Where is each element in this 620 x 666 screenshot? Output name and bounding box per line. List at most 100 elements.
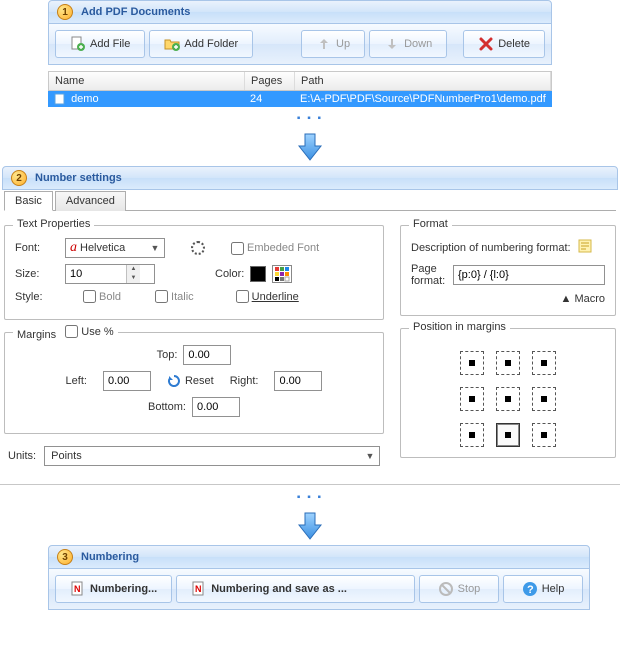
reset-icon — [167, 374, 181, 388]
section1-header: 1 Add PDF Documents — [48, 0, 552, 24]
size-spinner[interactable]: ▲▼ — [65, 264, 155, 284]
help-icon: ? — [522, 581, 538, 597]
format-legend: Format — [409, 218, 452, 230]
numbering-icon: N — [70, 581, 86, 597]
pos-mid-right[interactable] — [532, 387, 556, 411]
margin-right-label: Right: — [230, 375, 259, 387]
color-grid-icon — [274, 266, 290, 282]
note-icon[interactable] — [577, 238, 593, 257]
file-table-header: Name Pages Path — [48, 71, 552, 91]
pos-top-center[interactable] — [496, 351, 520, 375]
margin-left-input[interactable] — [103, 371, 151, 391]
col-path-header[interactable]: Path — [295, 72, 551, 90]
loading-icon — [191, 241, 205, 255]
position-group: Position in margins — [400, 328, 616, 458]
numbering-save-as-button[interactable]: N Numbering and save as ... — [176, 575, 415, 603]
spin-down-icon[interactable]: ▼ — [126, 274, 140, 283]
tab-advanced[interactable]: Advanced — [55, 191, 126, 211]
font-a-icon: a — [70, 240, 77, 256]
size-input[interactable] — [66, 265, 126, 283]
divider — [0, 484, 620, 486]
pos-bot-right[interactable] — [532, 423, 556, 447]
add-folder-button[interactable]: Add Folder — [149, 30, 253, 58]
section3-title: Numbering — [81, 551, 139, 563]
pos-top-left[interactable] — [460, 351, 484, 375]
stop-icon — [438, 581, 454, 597]
color-label: Color: — [215, 268, 244, 280]
numbering-save-icon: N — [191, 581, 207, 597]
margin-left-label: Left: — [66, 375, 87, 387]
step1-badge: 1 — [57, 4, 73, 20]
reset-margins-button[interactable]: Reset — [167, 374, 214, 388]
underline-checkbox[interactable]: Underline — [236, 290, 299, 303]
position-grid — [460, 351, 556, 447]
section2-title: Number settings — [35, 172, 122, 184]
numbering-button[interactable]: N Numbering... — [55, 575, 172, 603]
page-format-input[interactable] — [453, 265, 605, 285]
margin-bottom-input[interactable] — [192, 397, 240, 417]
arrow-up-icon — [316, 36, 332, 52]
svg-text:N: N — [195, 584, 202, 594]
pdf-doc-icon — [54, 93, 66, 105]
add-file-label: Add File — [90, 38, 130, 50]
chevron-down-icon: ▼ — [363, 451, 377, 461]
col-pages-header[interactable]: Pages — [245, 72, 295, 90]
flow-dots-2: ▪ ▪ ▪ — [0, 492, 620, 503]
row-name: demo — [71, 93, 99, 105]
section3-toolbar: N Numbering... N Numbering and save as .… — [48, 569, 590, 610]
move-up-button[interactable]: Up — [301, 30, 365, 58]
font-label: Font: — [15, 242, 59, 254]
section1-title: Add PDF Documents — [81, 6, 190, 18]
numbering-save-as-label: Numbering and save as ... — [211, 583, 347, 595]
file-plus-icon — [70, 36, 86, 52]
use-percent-checkbox[interactable]: Use % — [65, 325, 113, 338]
format-desc-label: Description of numbering format: — [411, 242, 571, 254]
margin-top-input[interactable] — [183, 345, 231, 365]
flow-arrow-1-icon — [294, 130, 326, 162]
section1-toolbar: Add File Add Folder Up Down Delete — [48, 24, 552, 65]
move-down-button[interactable]: Down — [369, 30, 447, 58]
stop-button[interactable]: Stop — [419, 575, 499, 603]
add-folder-label: Add Folder — [184, 38, 238, 50]
pos-mid-left[interactable] — [460, 387, 484, 411]
font-combo[interactable]: a Helvetica ▼ — [65, 238, 165, 258]
units-label: Units: — [8, 450, 36, 462]
pos-bot-left[interactable] — [460, 423, 484, 447]
tab-basic[interactable]: Basic — [4, 191, 53, 211]
settings-tabs: Basic Advanced — [4, 190, 616, 211]
italic-checkbox[interactable]: Italic — [155, 290, 194, 303]
svg-text:N: N — [74, 584, 81, 594]
pos-top-right[interactable] — [532, 351, 556, 375]
section3-header: 3 Numbering — [48, 545, 590, 569]
position-legend: Position in margins — [409, 321, 510, 333]
pos-mid-center[interactable] — [496, 387, 520, 411]
stop-label: Stop — [458, 583, 481, 595]
delete-x-icon — [478, 36, 494, 52]
color-swatch[interactable] — [250, 266, 266, 282]
embedded-font-checkbox[interactable]: Embeded Font — [231, 242, 319, 255]
flow-dots-1: ▪ ▪ ▪ — [0, 113, 620, 124]
delete-button[interactable]: Delete — [463, 30, 545, 58]
color-picker-button[interactable] — [272, 265, 292, 283]
size-label: Size: — [15, 268, 59, 280]
svg-text:?: ? — [527, 584, 534, 596]
bold-checkbox[interactable]: Bold — [83, 290, 121, 303]
spin-up-icon[interactable]: ▲ — [126, 265, 140, 274]
flow-arrow-2-icon — [294, 509, 326, 541]
page-format-label: Page format: — [411, 263, 447, 287]
col-name-header[interactable]: Name — [49, 72, 245, 90]
macro-toggle[interactable]: ▲ Macro — [411, 293, 605, 305]
help-button[interactable]: ? Help — [503, 575, 583, 603]
pos-bot-center[interactable] — [496, 423, 520, 447]
table-row[interactable]: demo 24 E:\A-PDF\PDF\Source\PDFNumberPro… — [48, 91, 552, 107]
row-path: E:\A-PDF\PDF\Source\PDFNumberPro1\demo.p… — [294, 91, 552, 107]
add-file-button[interactable]: Add File — [55, 30, 145, 58]
row-pages: 24 — [244, 91, 294, 107]
step3-badge: 3 — [57, 549, 73, 565]
margin-right-input[interactable] — [274, 371, 322, 391]
format-group: Format Description of numbering format: … — [400, 225, 616, 316]
step2-badge: 2 — [11, 170, 27, 186]
units-combo[interactable]: Points ▼ — [44, 446, 380, 466]
folder-plus-icon — [164, 36, 180, 52]
margin-top-label: Top: — [157, 349, 178, 361]
